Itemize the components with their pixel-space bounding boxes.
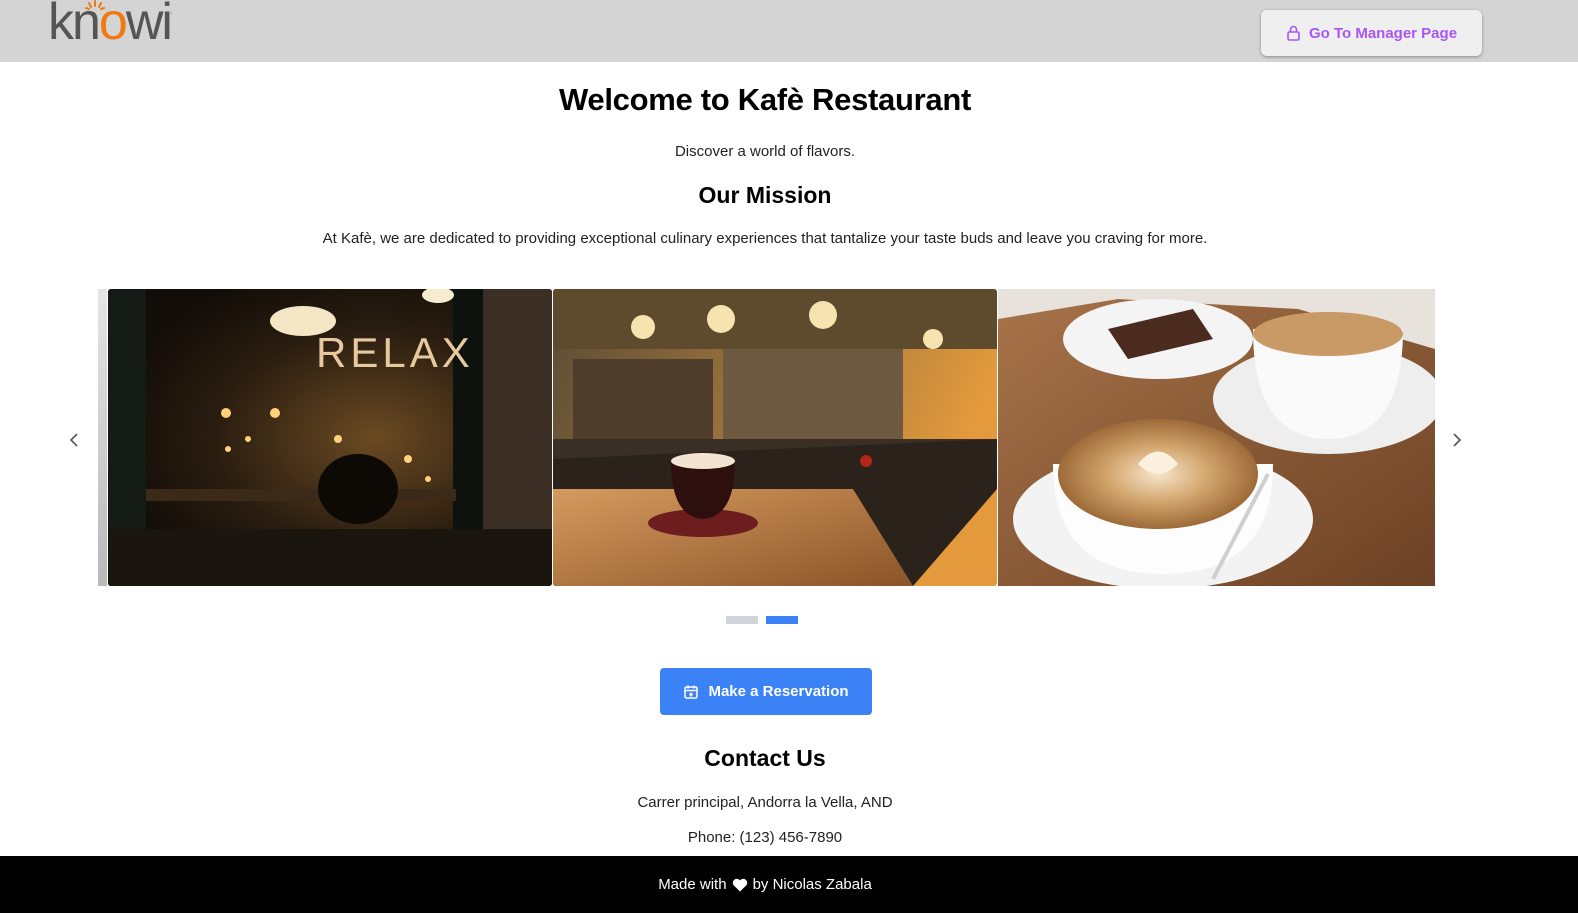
cafe-window-image: RELAX xyxy=(108,289,552,586)
carousel-slide-cafe-window[interactable]: RELAX xyxy=(108,289,552,586)
top-bar: knowify Go To Manager Page xyxy=(0,0,1578,62)
carousel-next-button[interactable] xyxy=(1445,428,1469,452)
svg-text:RELAX: RELAX xyxy=(316,329,474,376)
logo-wordmark: knowify xyxy=(48,0,172,51)
carousel-dot-1[interactable] xyxy=(726,616,758,624)
heart-icon xyxy=(732,878,747,891)
footer-prefix: Made with xyxy=(658,876,727,893)
reservation-button-label: Make a Reservation xyxy=(708,683,849,700)
carousel-prev-button[interactable] xyxy=(62,428,86,452)
mission-heading: Our Mission xyxy=(698,182,832,208)
manager-button-label: Go To Manager Page xyxy=(1308,24,1458,42)
make-reservation-button[interactable]: Make a Reservation xyxy=(660,668,872,715)
latte-cups-image xyxy=(998,289,1435,586)
carousel-slide-coffee-table[interactable] xyxy=(553,289,997,586)
image-carousel[interactable]: RELAX xyxy=(98,289,1435,586)
go-to-manager-button[interactable]: Go To Manager Page xyxy=(1261,10,1482,56)
footer: Made with by Nicolas Zabala xyxy=(0,856,1578,913)
calendar-plus-icon xyxy=(684,685,699,699)
lock-icon xyxy=(1287,25,1300,41)
carousel-dots xyxy=(726,616,798,624)
contact-heading: Contact Us xyxy=(704,745,826,771)
carousel-slide-peek xyxy=(98,289,107,586)
carousel-slide-latte-cups[interactable] xyxy=(998,289,1435,586)
chevron-left-icon xyxy=(69,433,78,447)
knowify-logo[interactable]: knowify xyxy=(48,0,172,62)
contact-address: Carrer principal, Andorra la Vella, AND xyxy=(637,794,893,811)
tagline: Discover a world of flavors. xyxy=(674,143,856,160)
chevron-right-icon xyxy=(1453,433,1462,447)
footer-suffix: by Nicolas Zabala xyxy=(752,876,872,893)
mission-text: At Kafè, we are dedicated to providing e… xyxy=(322,230,1208,247)
contact-phone: Phone: (123) 456-7890 xyxy=(687,829,843,846)
carousel-dot-2[interactable] xyxy=(766,616,798,624)
coffee-table-image xyxy=(553,289,997,586)
page-title: Welcome to Kafè Restaurant xyxy=(559,82,971,117)
